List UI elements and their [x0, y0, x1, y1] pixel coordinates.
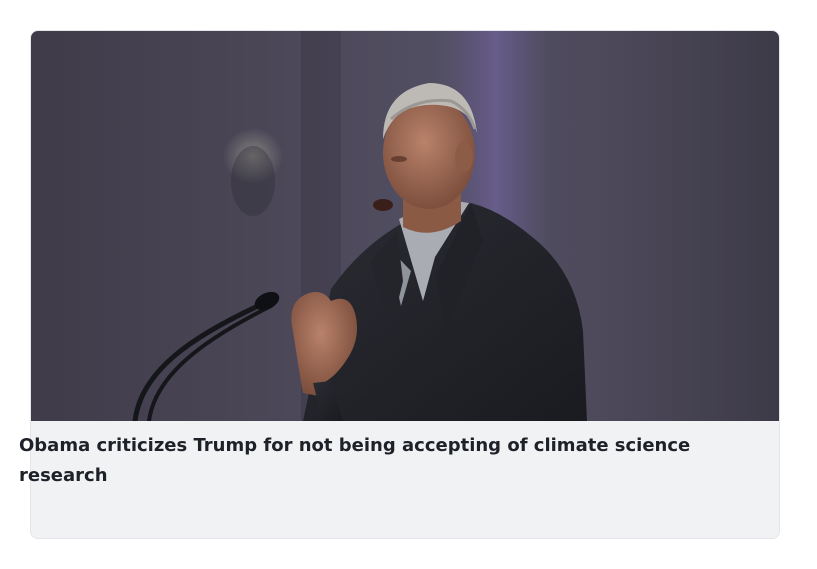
article-headline[interactable]: Obama criticizes Trump for not being acc… — [19, 431, 729, 491]
article-photo[interactable] — [31, 31, 779, 421]
speaker-photo-illustration — [132, 31, 587, 421]
